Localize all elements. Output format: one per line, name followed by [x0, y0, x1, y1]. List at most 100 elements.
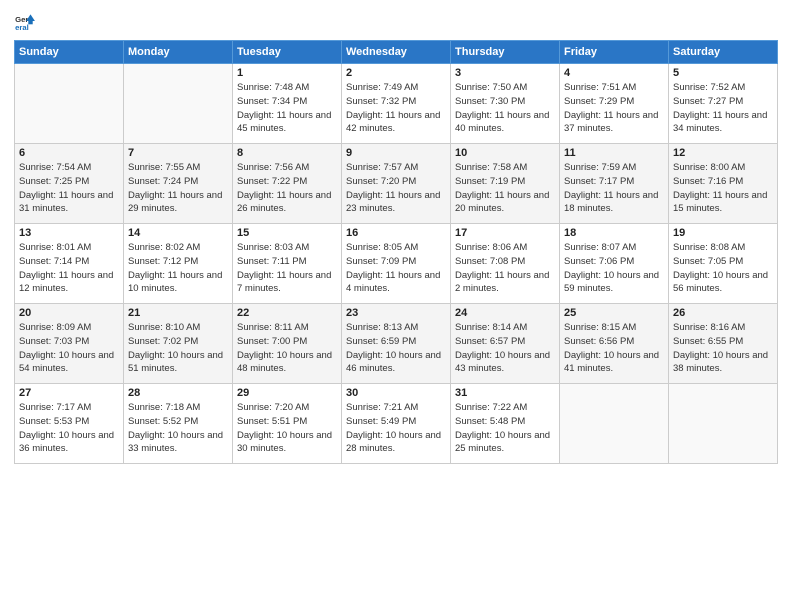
day-number: 29: [237, 387, 337, 399]
day-info: Sunrise: 8:09 AMSunset: 7:03 PMDaylight:…: [19, 321, 119, 376]
day-number: 19: [673, 227, 773, 239]
day-info: Sunrise: 8:08 AMSunset: 7:05 PMDaylight:…: [673, 241, 773, 296]
day-info: Sunrise: 7:59 AMSunset: 7:17 PMDaylight:…: [564, 161, 664, 216]
calendar-cell: 12 Sunrise: 8:00 AMSunset: 7:16 PMDayligh…: [669, 144, 778, 224]
calendar-cell: 9Sunrise: 7:57 AMSunset: 7:20 PMDaylight…: [342, 144, 451, 224]
calendar-cell: 14 Sunrise: 8:02 AMSunset: 7:12 PMDayligh…: [124, 224, 233, 304]
day-info: Sunrise: 7:18 AMSunset: 5:52 PMDaylight:…: [128, 401, 228, 456]
calendar-cell: 24 Sunrise: 8:14 AMSunset: 6:57 PMDayligh…: [451, 304, 560, 384]
day-number: 20: [19, 307, 119, 319]
day-number: 1: [237, 67, 337, 79]
day-number: 24: [455, 307, 555, 319]
calendar-cell: 21 Sunrise: 8:10 AMSunset: 7:02 PMDayligh…: [124, 304, 233, 384]
svg-text:eral: eral: [15, 23, 29, 32]
weekday-header: Saturday: [669, 41, 778, 64]
day-info: Sunrise: 7:50 AMSunset: 7:30 PMDaylight:…: [455, 81, 555, 136]
calendar-cell: 5 Sunrise: 7:52 AMSunset: 7:27 PMDaylight…: [669, 64, 778, 144]
calendar-cell: 27 Sunrise: 7:17 AMSunset: 5:53 PMDayligh…: [15, 384, 124, 464]
day-info: Sunrise: 8:11 AMSunset: 7:00 PMDaylight:…: [237, 321, 337, 376]
day-info: Sunrise: 7:48 AMSunset: 7:34 PMDaylight:…: [237, 81, 337, 136]
day-number: 8: [237, 147, 337, 159]
day-number: 28: [128, 387, 228, 399]
day-info: Sunrise: 8:15 AMSunset: 6:56 PMDaylight:…: [564, 321, 664, 376]
calendar-cell: 3 Sunrise: 7:50 AMSunset: 7:30 PMDaylight…: [451, 64, 560, 144]
weekday-header: Thursday: [451, 41, 560, 64]
day-number: 11: [564, 147, 664, 159]
day-number: 23: [346, 307, 446, 319]
day-number: 14: [128, 227, 228, 239]
day-number: 10: [455, 147, 555, 159]
day-number: 7: [128, 147, 228, 159]
logo: Gen eral: [14, 10, 38, 32]
calendar-cell: 18Sunrise: 8:07 AMSunset: 7:06 PMDayligh…: [560, 224, 669, 304]
day-number: 15: [237, 227, 337, 239]
calendar: SundayMondayTuesdayWednesdayThursdayFrid…: [14, 40, 778, 464]
day-info: Sunrise: 7:22 AMSunset: 5:48 PMDaylight:…: [455, 401, 555, 456]
day-number: 18: [564, 227, 664, 239]
calendar-cell: 17 Sunrise: 8:06 AMSunset: 7:08 PMDayligh…: [451, 224, 560, 304]
day-info: Sunrise: 8:00 AMSunset: 7:16 PMDaylight:…: [673, 161, 773, 216]
day-number: 27: [19, 387, 119, 399]
day-number: 2: [346, 67, 446, 79]
day-number: 5: [673, 67, 773, 79]
calendar-cell: 23 Sunrise: 8:13 AMSunset: 6:59 PMDayligh…: [342, 304, 451, 384]
weekday-header: Friday: [560, 41, 669, 64]
calendar-cell: 15 Sunrise: 8:03 AMSunset: 7:11 PMDayligh…: [233, 224, 342, 304]
day-info: Sunrise: 8:10 AMSunset: 7:02 PMDaylight:…: [128, 321, 228, 376]
calendar-cell: 19 Sunrise: 8:08 AMSunset: 7:05 PMDayligh…: [669, 224, 778, 304]
day-number: 3: [455, 67, 555, 79]
calendar-cell: [15, 64, 124, 144]
day-info: Sunrise: 8:02 AMSunset: 7:12 PMDaylight:…: [128, 241, 228, 296]
calendar-cell: 22 Sunrise: 8:11 AMSunset: 7:00 PMDayligh…: [233, 304, 342, 384]
day-info: Sunrise: 8:05 AMSunset: 7:09 PMDaylight:…: [346, 241, 446, 296]
calendar-cell: 10 Sunrise: 7:58 AMSunset: 7:19 PMDayligh…: [451, 144, 560, 224]
calendar-cell: 7Sunrise: 7:55 AMSunset: 7:24 PMDaylight…: [124, 144, 233, 224]
calendar-cell: 28 Sunrise: 7:18 AMSunset: 5:52 PMDayligh…: [124, 384, 233, 464]
day-info: Sunrise: 7:17 AMSunset: 5:53 PMDaylight:…: [19, 401, 119, 456]
day-info: Sunrise: 7:58 AMSunset: 7:19 PMDaylight:…: [455, 161, 555, 216]
day-number: 21: [128, 307, 228, 319]
day-info: Sunrise: 7:52 AMSunset: 7:27 PMDaylight:…: [673, 81, 773, 136]
day-info: Sunrise: 7:51 AMSunset: 7:29 PMDaylight:…: [564, 81, 664, 136]
day-number: 16: [346, 227, 446, 239]
weekday-header: Wednesday: [342, 41, 451, 64]
day-info: Sunrise: 8:14 AMSunset: 6:57 PMDaylight:…: [455, 321, 555, 376]
calendar-cell: 20 Sunrise: 8:09 AMSunset: 7:03 PMDayligh…: [15, 304, 124, 384]
weekday-header: Sunday: [15, 41, 124, 64]
calendar-cell: 4 Sunrise: 7:51 AMSunset: 7:29 PMDaylight…: [560, 64, 669, 144]
calendar-cell: 25 Sunrise: 8:15 AMSunset: 6:56 PMDayligh…: [560, 304, 669, 384]
day-number: 4: [564, 67, 664, 79]
weekday-header: Monday: [124, 41, 233, 64]
day-info: Sunrise: 8:06 AMSunset: 7:08 PMDaylight:…: [455, 241, 555, 296]
calendar-cell: 31 Sunrise: 7:22 AMSunset: 5:48 PMDayligh…: [451, 384, 560, 464]
day-info: Sunrise: 7:20 AMSunset: 5:51 PMDaylight:…: [237, 401, 337, 456]
weekday-header: Tuesday: [233, 41, 342, 64]
calendar-cell: [669, 384, 778, 464]
calendar-cell: [560, 384, 669, 464]
day-number: 30: [346, 387, 446, 399]
day-number: 31: [455, 387, 555, 399]
day-info: Sunrise: 7:57 AMSunset: 7:20 PMDaylight:…: [346, 161, 446, 216]
calendar-cell: 26 Sunrise: 8:16 AMSunset: 6:55 PMDayligh…: [669, 304, 778, 384]
day-info: Sunrise: 7:54 AMSunset: 7:25 PMDaylight:…: [19, 161, 119, 216]
day-number: 26: [673, 307, 773, 319]
day-number: 13: [19, 227, 119, 239]
day-number: 12: [673, 147, 773, 159]
day-number: 6: [19, 147, 119, 159]
calendar-cell: 13 Sunrise: 8:01 AMSunset: 7:14 PMDayligh…: [15, 224, 124, 304]
day-info: Sunrise: 8:13 AMSunset: 6:59 PMDaylight:…: [346, 321, 446, 376]
day-number: 25: [564, 307, 664, 319]
day-info: Sunrise: 7:56 AMSunset: 7:22 PMDaylight:…: [237, 161, 337, 216]
day-number: 17: [455, 227, 555, 239]
calendar-cell: 1 Sunrise: 7:48 AMSunset: 7:34 PMDaylight…: [233, 64, 342, 144]
day-info: Sunrise: 8:03 AMSunset: 7:11 PMDaylight:…: [237, 241, 337, 296]
calendar-cell: [124, 64, 233, 144]
calendar-cell: 8 Sunrise: 7:56 AMSunset: 7:22 PMDaylight…: [233, 144, 342, 224]
day-number: 22: [237, 307, 337, 319]
calendar-cell: 6 Sunrise: 7:54 AMSunset: 7:25 PMDaylight…: [15, 144, 124, 224]
calendar-cell: 2Sunrise: 7:49 AMSunset: 7:32 PMDaylight…: [342, 64, 451, 144]
day-info: Sunrise: 8:16 AMSunset: 6:55 PMDaylight:…: [673, 321, 773, 376]
calendar-body: 1 Sunrise: 7:48 AMSunset: 7:34 PMDaylight…: [15, 64, 778, 464]
day-info: Sunrise: 8:01 AMSunset: 7:14 PMDaylight:…: [19, 241, 119, 296]
calendar-cell: 29 Sunrise: 7:20 AMSunset: 5:51 PMDayligh…: [233, 384, 342, 464]
